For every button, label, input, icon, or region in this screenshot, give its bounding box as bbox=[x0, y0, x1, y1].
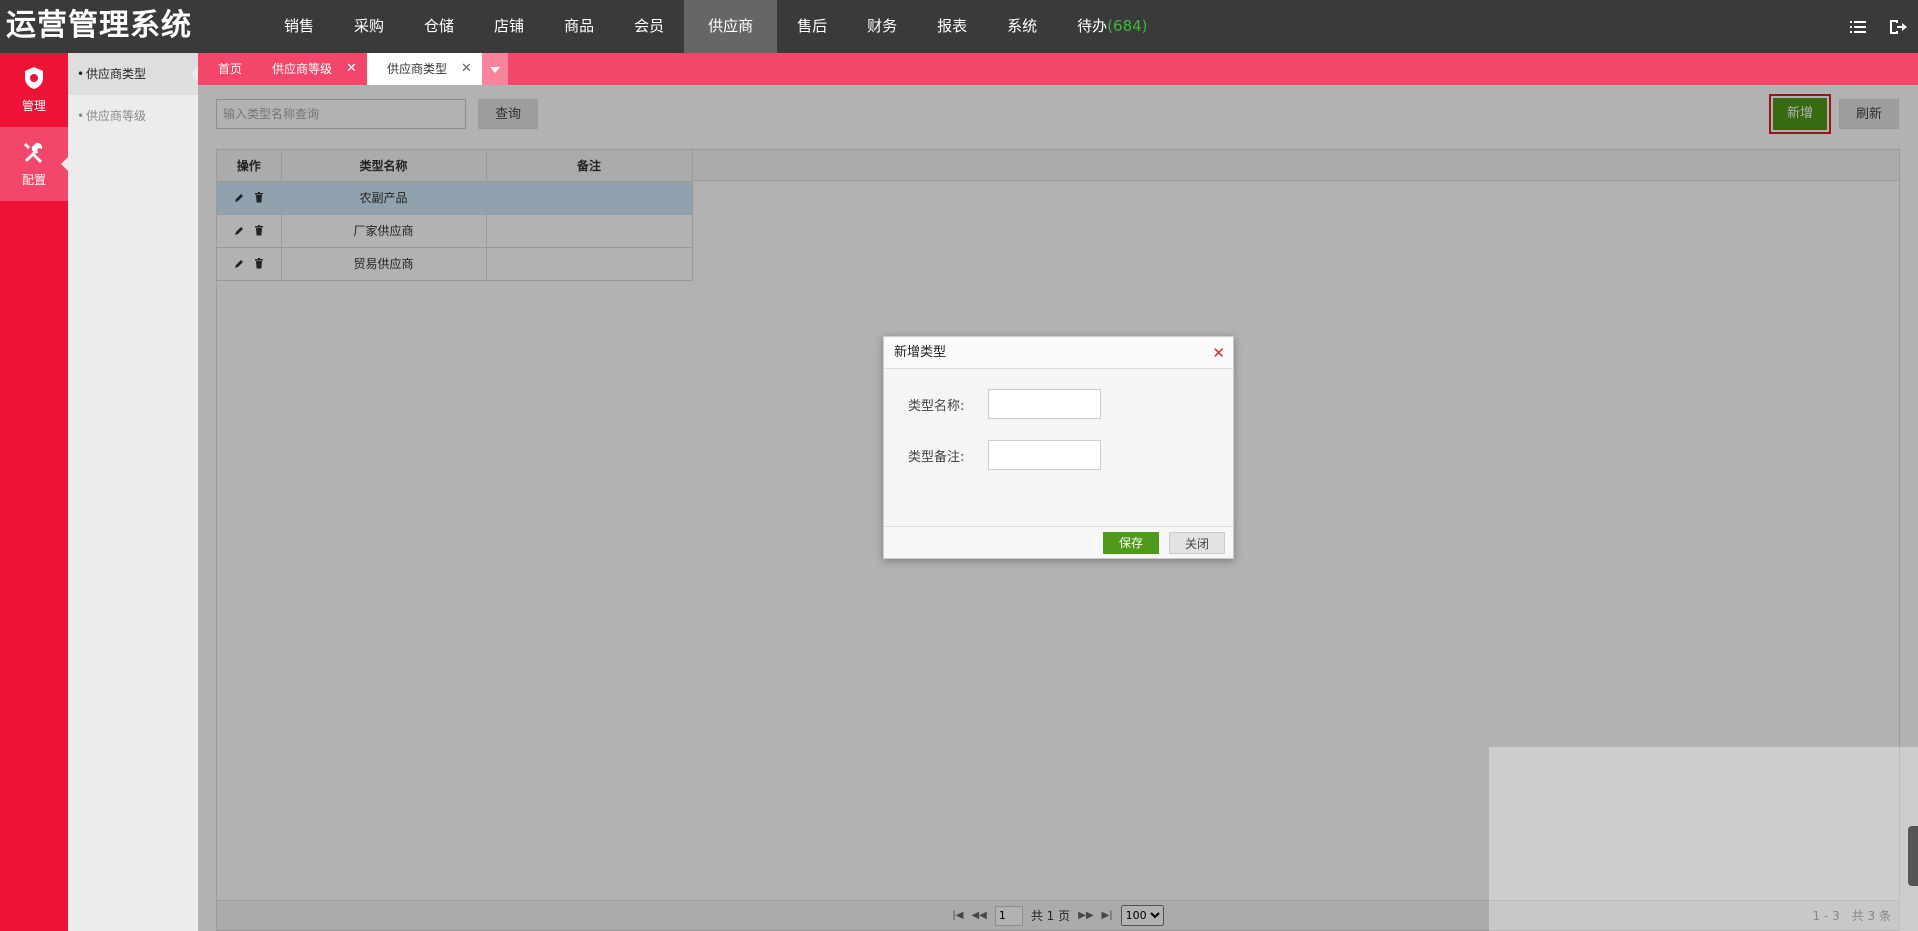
nav-item-finance[interactable]: 财务 bbox=[847, 0, 917, 53]
chevron-down-icon bbox=[489, 62, 500, 76]
rail-item-label: 管理 bbox=[21, 99, 46, 113]
dialog-body: 类型名称: 类型备注: bbox=[884, 369, 1233, 526]
nav-item-pending[interactable]: 待办(684) bbox=[1057, 0, 1167, 53]
nav-item-purchase[interactable]: 采购 bbox=[334, 0, 404, 53]
type-name-input[interactable] bbox=[988, 389, 1101, 419]
sub-item-label: 供应商类型 bbox=[86, 67, 147, 81]
bullet-icon: • bbox=[77, 109, 85, 123]
tab-bar: 首页 供应商等级 ✕ 供应商类型 ✕ bbox=[198, 53, 1918, 85]
tab-supplier-level[interactable]: 供应商等级 ✕ bbox=[252, 53, 367, 85]
nav-item-member[interactable]: 会员 bbox=[614, 0, 684, 53]
nav-item-sales[interactable]: 销售 bbox=[264, 0, 334, 53]
sub-item-label: 供应商等级 bbox=[86, 109, 147, 123]
list-icon[interactable] bbox=[1838, 0, 1878, 53]
tools-icon bbox=[22, 140, 46, 167]
pending-count: (684) bbox=[1107, 17, 1148, 35]
nav-item-system[interactable]: 系统 bbox=[987, 0, 1057, 53]
tab-label: 供应商类型 bbox=[386, 62, 447, 76]
close-button[interactable]: 关闭 bbox=[1169, 532, 1225, 554]
type-name-label: 类型名称: bbox=[908, 399, 965, 414]
nav-item-store[interactable]: 店铺 bbox=[474, 0, 544, 53]
nav-item-supplier[interactable]: 供应商 bbox=[684, 0, 778, 53]
add-type-dialog: 新增类型 ✕ 类型名称: 类型备注: 保存 关闭 bbox=[883, 336, 1234, 559]
top-bar: 运营管理系统 销售 采购 仓储 店铺 商品 会员 供应商 售后 财务 报表 系统… bbox=[0, 0, 1918, 53]
overlay-light-patch bbox=[1489, 747, 1918, 931]
type-remark-input[interactable] bbox=[988, 440, 1101, 470]
rail-item-manage[interactable]: 管理 bbox=[0, 53, 68, 127]
dialog-title: 新增类型 bbox=[894, 345, 947, 360]
shield-icon bbox=[23, 66, 45, 93]
sub-menu: • 供应商类型 • 供应商等级 bbox=[68, 53, 198, 931]
nav-item-product[interactable]: 商品 bbox=[544, 0, 614, 53]
dialog-footer: 保存 关闭 bbox=[884, 526, 1233, 558]
save-button[interactable]: 保存 bbox=[1103, 532, 1159, 554]
dialog-header: 新增类型 ✕ bbox=[884, 337, 1233, 369]
type-remark-label: 类型备注: bbox=[908, 450, 965, 465]
nav-item-after-sales[interactable]: 售后 bbox=[777, 0, 847, 53]
close-icon[interactable]: ✕ bbox=[1212, 337, 1225, 369]
tab-label: 首页 bbox=[218, 62, 243, 76]
pending-label: 待办 bbox=[1077, 17, 1108, 35]
tab-supplier-type[interactable]: 供应商类型 ✕ bbox=[366, 53, 482, 85]
tab-home[interactable]: 首页 bbox=[198, 53, 252, 85]
sub-item-supplier-type[interactable]: • 供应商类型 bbox=[68, 53, 198, 95]
tab-label: 供应商等级 bbox=[272, 62, 333, 76]
side-scroll-widget[interactable] bbox=[1908, 826, 1918, 886]
sub-item-supplier-level[interactable]: • 供应商等级 bbox=[68, 95, 198, 137]
rail-item-label: 配置 bbox=[21, 173, 46, 187]
app-title: 运营管理系统 bbox=[6, 8, 192, 43]
tab-more-button[interactable] bbox=[481, 53, 508, 85]
top-icons bbox=[1838, 0, 1918, 53]
top-nav: 销售 采购 仓储 店铺 商品 会员 供应商 售后 财务 报表 系统 待办(684… bbox=[264, 0, 1168, 53]
nav-item-warehouse[interactable]: 仓储 bbox=[404, 0, 474, 53]
close-icon[interactable]: ✕ bbox=[461, 53, 472, 85]
logout-icon[interactable] bbox=[1878, 0, 1918, 53]
left-rail: 管理 配置 bbox=[0, 53, 69, 931]
close-icon[interactable]: ✕ bbox=[346, 53, 357, 85]
nav-item-reports[interactable]: 报表 bbox=[917, 0, 987, 53]
bullet-icon: • bbox=[77, 67, 85, 81]
rail-item-config[interactable]: 配置 bbox=[0, 127, 69, 201]
